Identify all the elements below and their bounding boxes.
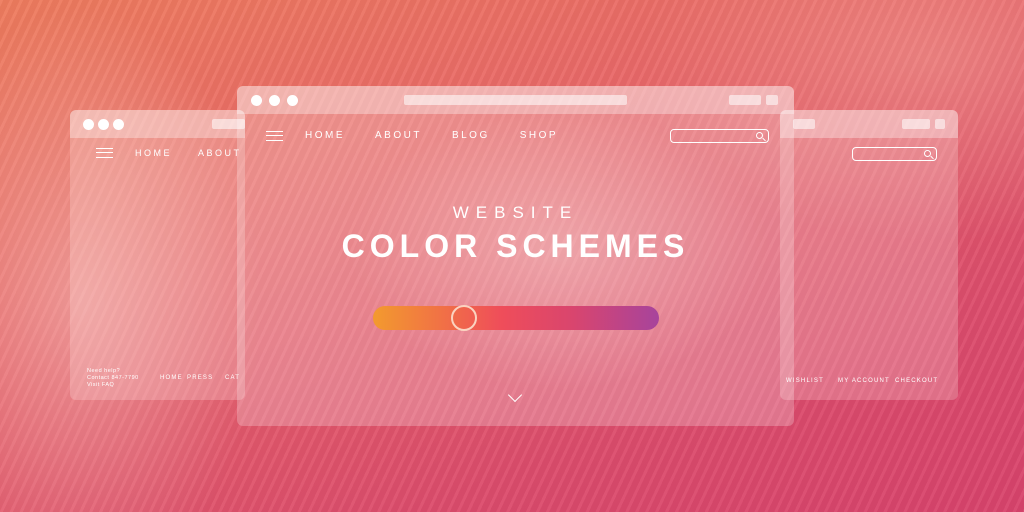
main-window-control[interactable] bbox=[729, 95, 761, 105]
main-window-control[interactable] bbox=[766, 95, 778, 105]
window-dot-icon[interactable] bbox=[113, 119, 124, 130]
search-input[interactable] bbox=[670, 129, 769, 143]
left-window-titlebar bbox=[70, 110, 245, 138]
main-nav: HOME ABOUT BLOG SHOP bbox=[266, 130, 584, 141]
right-window-titlebar bbox=[780, 110, 958, 138]
footer-phone[interactable]: Contact 847-7790 bbox=[87, 375, 139, 382]
hero-title: COLOR SCHEMES bbox=[341, 228, 690, 264]
window-dot-icon[interactable] bbox=[83, 119, 94, 130]
hero-eyebrow: WEBSITE bbox=[452, 203, 579, 222]
left-footer-press[interactable]: PRESS bbox=[187, 375, 213, 381]
footer-help: Need help? bbox=[87, 368, 121, 374]
main-address-bar[interactable] bbox=[404, 95, 627, 105]
left-nav-about[interactable]: ABOUT bbox=[198, 148, 242, 158]
window-dot-icon[interactable] bbox=[269, 95, 280, 106]
nav-shop[interactable]: SHOP bbox=[520, 130, 558, 141]
search-icon[interactable] bbox=[924, 150, 931, 157]
main-browser-window: HOME ABOUT BLOG SHOP WEBSITE COLOR SCHEM… bbox=[237, 86, 794, 426]
left-footer-contact: Need help? Contact 847-7790 Visit FAQ bbox=[87, 368, 139, 389]
hamburger-icon[interactable] bbox=[266, 130, 283, 141]
search-icon[interactable] bbox=[756, 132, 763, 139]
main-window-titlebar bbox=[237, 86, 794, 114]
left-nav-home[interactable]: HOME bbox=[135, 148, 172, 158]
right-footer-checkout[interactable]: CHECKOUT bbox=[895, 378, 938, 384]
window-dot-icon[interactable] bbox=[251, 95, 262, 106]
right-footer-account[interactable]: MY ACCOUNT bbox=[838, 378, 890, 384]
hamburger-icon[interactable] bbox=[96, 148, 113, 158]
window-dot-icon[interactable] bbox=[98, 119, 109, 130]
left-browser-window: HOME ABOUT Need help? Contact 847-7790 V… bbox=[70, 110, 245, 400]
nav-home[interactable]: HOME bbox=[305, 130, 345, 141]
color-gradient-slider[interactable] bbox=[373, 305, 659, 331]
left-nav: HOME ABOUT bbox=[96, 148, 245, 158]
right-window-control[interactable] bbox=[935, 119, 945, 129]
right-search-input[interactable] bbox=[852, 147, 937, 161]
right-browser-window: WISHLIST MY ACCOUNT CHECKOUT bbox=[780, 110, 958, 400]
chevron-down-icon[interactable] bbox=[507, 387, 523, 403]
right-window-control[interactable] bbox=[902, 119, 930, 129]
window-dot-icon[interactable] bbox=[287, 95, 298, 106]
nav-blog[interactable]: BLOG bbox=[452, 130, 490, 141]
right-address-bar[interactable] bbox=[793, 119, 815, 129]
slider-thumb[interactable] bbox=[451, 305, 477, 331]
left-footer-home[interactable]: HOME bbox=[160, 375, 183, 381]
nav-about[interactable]: ABOUT bbox=[375, 130, 422, 141]
footer-faq[interactable]: Visit FAQ bbox=[87, 382, 139, 389]
